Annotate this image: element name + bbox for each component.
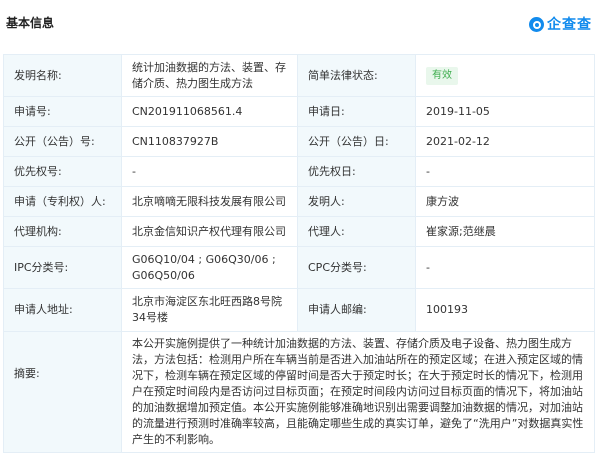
patent-info-table: 发明名称: 统计加油数据的方法、装置、存储介质、热力图生成方法 简单法律状态: … [3,54,595,453]
abstract-label: 摘要: [3,331,122,453]
priority-date-value: - [415,156,595,187]
table-row: 优先权号: - 优先权日: - [3,156,595,187]
table-row: 申请号: CN201911068561.4 申请日: 2019-11-05 [3,96,595,127]
pub-date-value: 2021-02-12 [415,126,595,157]
postcode-label: 申请人邮编: [297,288,416,332]
priority-date-label: 优先权日: [297,156,416,187]
section-header: 基本信息 企查查 [0,0,600,40]
address-label: 申请人地址: [3,288,122,332]
agency-link[interactable]: 北京金信知识产权代理有限公司 [121,216,298,247]
table-row: 申请人地址: 北京市海淀区东北旺西路8号院34号楼 申请人邮编: 100193 [3,288,595,332]
magnifier-logo-icon [529,16,544,32]
app-no-value: CN201911068561.4 [121,96,298,127]
table-row: 公开（公告）号: CN110837927B 公开（公告）日: 2021-02-1… [3,126,595,157]
table-row: 申请（专利权）人: 北京嘀嘀无限科技发展有限公司 发明人: 康方波 [3,186,595,217]
agent-label: 代理人: [297,216,416,247]
pub-date-label: 公开（公告）日: [297,126,416,157]
table-row: IPC分类号: G06Q10/04 ; G06Q30/06 ; G06Q50/0… [3,246,595,289]
status-badge: 有效 [426,66,458,85]
invention-name-value: 统计加油数据的方法、装置、存储介质、热力图生成方法 [121,54,298,97]
priority-no-label: 优先权号: [3,156,122,187]
app-date-value: 2019-11-05 [415,96,595,127]
table-row: 摘要: 本公开实施例提供了一种统计加油数据的方法、装置、存储介质及电子设备、热力… [3,331,595,453]
applicant-link[interactable]: 北京嘀嘀无限科技发展有限公司 [121,186,298,217]
invention-name-label: 发明名称: [3,54,122,97]
ipc-label: IPC分类号: [3,246,122,289]
postcode-value: 100193 [415,288,595,332]
app-date-label: 申请日: [297,96,416,127]
inventor-value: 康方波 [415,186,595,217]
table-row: 发明名称: 统计加油数据的方法、装置、存储介质、热力图生成方法 简单法律状态: … [3,54,595,97]
agent-value: 崔家源;范继晨 [415,216,595,247]
pub-no-label: 公开（公告）号: [3,126,122,157]
address-value: 北京市海淀区东北旺西路8号院34号楼 [121,288,298,332]
agency-label: 代理机构: [3,216,122,247]
inventor-label: 发明人: [297,186,416,217]
section-title: 基本信息 [6,16,55,30]
priority-no-value: - [121,156,298,187]
table-row: 代理机构: 北京金信知识产权代理有限公司 代理人: 崔家源;范继晨 [3,216,595,247]
cpc-label: CPC分类号: [297,246,416,289]
legal-status-label: 简单法律状态: [297,54,416,97]
legal-status-cell: 有效 [415,54,595,97]
logo-text: 企查查 [547,17,592,33]
cpc-value: - [415,246,595,289]
app-no-label: 申请号: [3,96,122,127]
ipc-value: G06Q10/04 ; G06Q30/06 ; G06Q50/06 [121,246,298,289]
pub-no-value: CN110837927B [121,126,298,157]
qichacha-logo[interactable]: 企查查 [529,14,592,34]
applicant-label: 申请（专利权）人: [3,186,122,217]
abstract-text: 本公开实施例提供了一种统计加油数据的方法、装置、存储介质及电子设备、热力图生成方… [121,331,595,453]
